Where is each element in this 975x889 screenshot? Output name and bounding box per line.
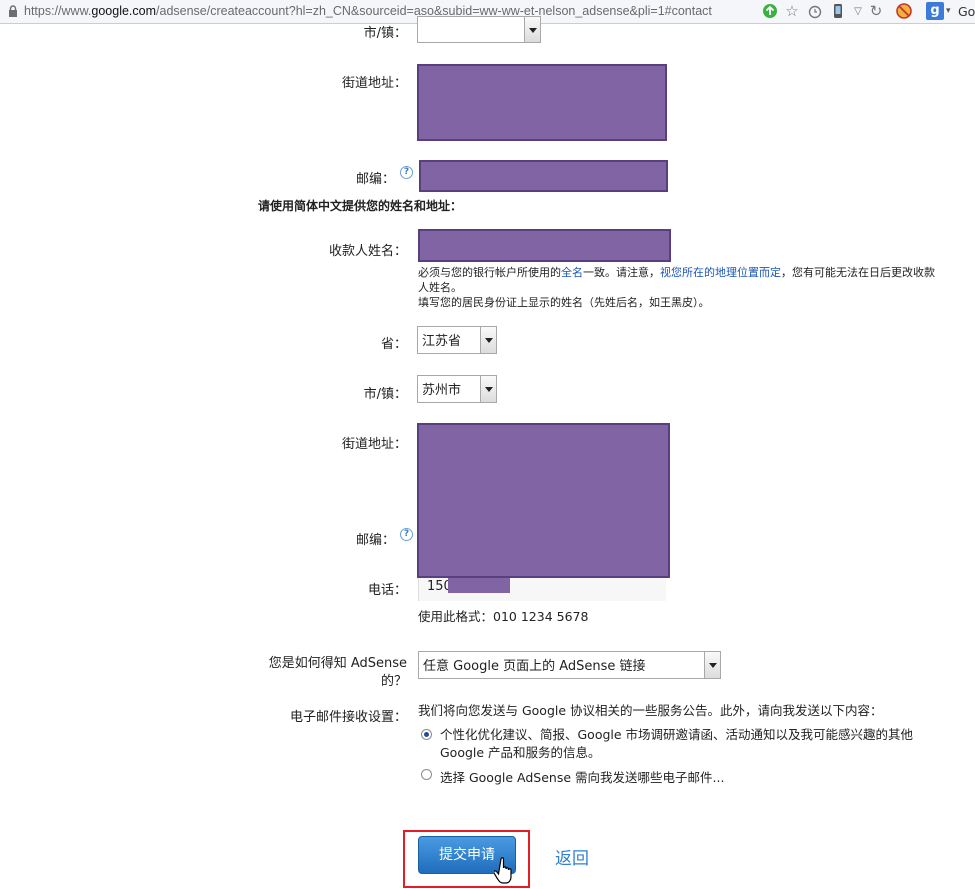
payee-name-label: 收款人姓名： — [328, 244, 407, 259]
chevron-down-icon — [524, 17, 540, 42]
phone-format-hint: 使用此格式：010 1234 5678 — [418, 609, 589, 624]
dropdown-arrow-icon[interactable]: ▽ — [850, 3, 866, 19]
postal-code-redacted[interactable] — [419, 160, 668, 192]
chevron-down-icon — [480, 327, 496, 353]
help-icon[interactable]: ? — [400, 528, 413, 541]
phone-label: 电话： — [367, 583, 407, 598]
phone-icon[interactable] — [830, 3, 846, 19]
adblock-icon[interactable] — [896, 3, 912, 19]
street-address-label-2: 街道地址： — [341, 437, 407, 452]
alarm-icon[interactable] — [807, 3, 823, 19]
url-text[interactable]: https://www.google.com/adsense/createacc… — [24, 4, 712, 18]
chevron-down-icon — [480, 376, 496, 402]
help-icon[interactable]: ? — [400, 166, 413, 179]
referral-select[interactable]: 任意 Google 页面上的 AdSense 链接 — [418, 651, 721, 679]
full-name-link[interactable]: 全名 — [561, 266, 583, 279]
street-address-redacted-2[interactable] — [417, 423, 670, 578]
province-select[interactable]: 江苏省 — [417, 326, 497, 354]
go-icon[interactable] — [762, 3, 778, 19]
email-intro: 我们将向您发送与 Google 协议相关的一些服务公告。此外，请向我发送以下内容… — [418, 703, 883, 718]
street-address-label: 街道地址： — [341, 76, 407, 91]
postal-code-label: 邮编： — [355, 172, 395, 187]
google-search-icon[interactable]: g — [926, 2, 944, 20]
email-settings-label: 电子邮件接收设置： — [289, 710, 407, 725]
payee-note: 必须与您的银行帐户所使用的全名一致。请注意，视您所在的地理位置而定，您有可能无法… — [418, 266, 935, 309]
street-address-redacted[interactable] — [417, 64, 667, 141]
payee-name-redacted[interactable] — [418, 229, 671, 262]
email-option-google-choose-radio[interactable] — [421, 769, 432, 780]
referral-label-line1: 您是如何得知 AdSense — [268, 656, 407, 671]
email-option-personalized-radio[interactable] — [421, 729, 432, 740]
phone-input[interactable]: 150 — [418, 578, 666, 601]
postal-code-label-2: 邮编： — [355, 533, 395, 548]
province-label: 省： — [380, 337, 407, 352]
lock-icon — [9, 5, 17, 17]
search-engine-label: Goo — [958, 4, 975, 19]
city-label: 市/镇： — [363, 387, 407, 402]
email-option-personalized-text: 个性化优化建议、简报、Google 市场调研邀请函、活动通知以及我可能感兴趣的其… — [440, 727, 914, 760]
city-select[interactable]: 苏州市 — [417, 375, 497, 403]
chevron-down-icon — [704, 652, 720, 678]
search-dropdown-icon[interactable]: ▾ — [946, 6, 951, 16]
section-note: 请使用简体中文提供您的姓名和地址： — [258, 199, 463, 213]
reload-icon[interactable]: ↻ — [868, 2, 884, 20]
city-label-top: 市/镇： — [363, 26, 407, 41]
hand-cursor-icon — [494, 857, 512, 884]
star-icon[interactable]: ☆ — [784, 2, 800, 20]
city-select-top[interactable] — [417, 16, 541, 43]
email-option-google-choose-text: 选择 Google AdSense 需向我发送哪些电子邮件... — [440, 770, 725, 785]
back-link[interactable]: 返回 — [555, 844, 589, 869]
location-link[interactable]: 视您所在的地理位置而定 — [660, 266, 781, 279]
payee-note-line2: 填写您的居民身份证上显示的姓名（先姓后名，如王黑皮）。 — [418, 296, 710, 309]
phone-redaction — [448, 578, 510, 593]
referral-label-line2: 的？ — [380, 674, 407, 689]
